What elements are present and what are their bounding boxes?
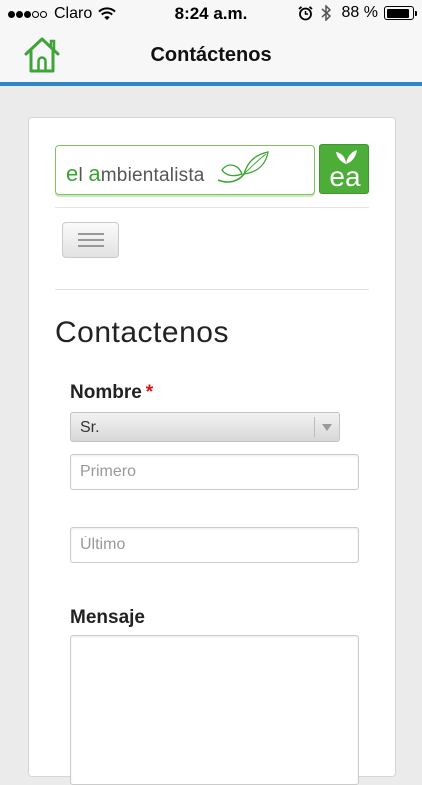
battery-percent: 88 %	[341, 4, 378, 21]
logo-badge-text: ea	[329, 161, 361, 192]
first-name-input[interactable]	[70, 454, 359, 490]
bluetooth-icon	[321, 5, 331, 21]
logo-a: a	[88, 161, 101, 186]
content-card: el ambientalista ea Contactenos Nombre * …	[28, 117, 396, 785]
required-mark: *	[145, 382, 154, 403]
menu-toggle-button[interactable]	[62, 222, 119, 258]
logo-el: l	[78, 165, 89, 186]
divider	[55, 289, 369, 290]
message-textarea[interactable]	[70, 635, 359, 785]
menu-icon-bar	[78, 245, 104, 247]
battery-nub	[414, 10, 417, 16]
site-logo[interactable]: el ambientalista	[55, 145, 315, 195]
logo-badge[interactable]: ea	[319, 144, 369, 194]
name-label-text: Nombre	[70, 382, 142, 403]
menu-icon-bar	[78, 239, 104, 241]
salutation-select[interactable]: Sr.	[70, 412, 340, 442]
status-right: 88 %	[297, 4, 417, 22]
leaves-icon	[217, 151, 269, 183]
logo-rest: mbientalista	[100, 165, 205, 186]
select-separator	[314, 417, 315, 437]
nav-bar: Contáctenos	[0, 28, 422, 86]
message-label: Mensaje	[70, 607, 145, 628]
logo-text: el ambientalista	[66, 161, 205, 187]
alarm-icon	[297, 5, 313, 20]
chevron-down-icon	[322, 424, 332, 431]
name-label: Nombre *	[70, 382, 153, 404]
battery-icon	[384, 6, 417, 20]
nav-title: Contáctenos	[150, 44, 272, 66]
menu-icon-bar	[78, 233, 104, 235]
battery-fill	[386, 8, 409, 18]
status-bar: Claro 8:24 a.m. 88 %	[0, 0, 422, 28]
divider	[55, 207, 369, 208]
logo-e: e	[66, 161, 79, 186]
page-title: Contactenos	[55, 316, 229, 349]
salutation-value: Sr.	[80, 419, 100, 436]
last-name-input[interactable]	[70, 527, 359, 563]
